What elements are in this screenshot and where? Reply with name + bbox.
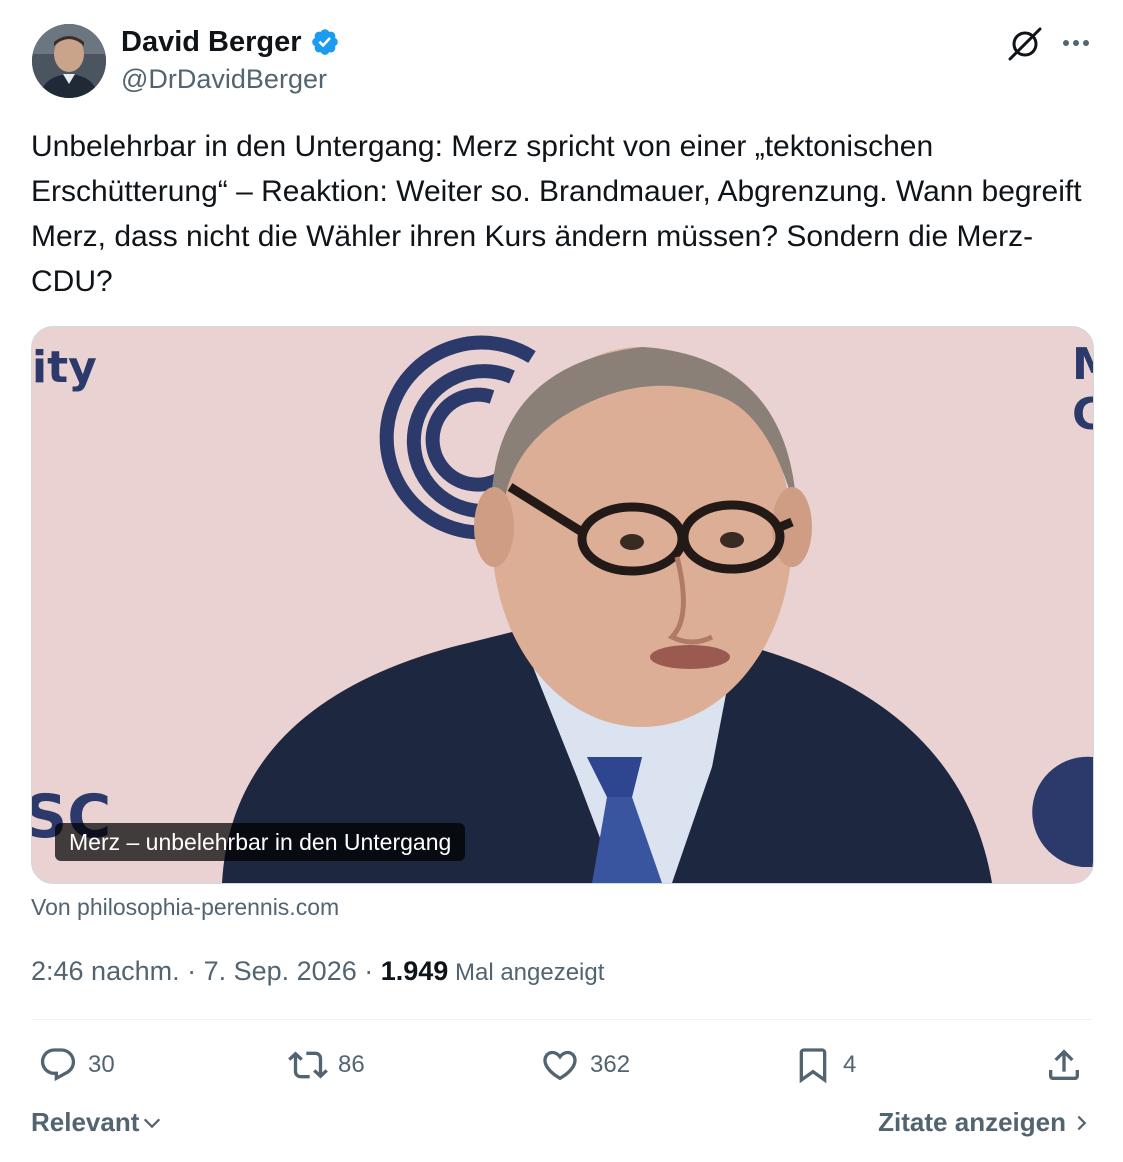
backdrop-text-right-1: M bbox=[1072, 339, 1093, 390]
sort-dropdown[interactable]: Relevant bbox=[31, 1107, 163, 1138]
author-handle[interactable]: @DrDavidBerger bbox=[121, 62, 327, 96]
meta-separator: · bbox=[356, 956, 381, 986]
meta-separator: · bbox=[179, 956, 204, 986]
media-card[interactable]: ity M C SC Merz – bbox=[31, 326, 1094, 884]
author-name-text[interactable]: David Berger bbox=[121, 24, 302, 60]
chevron-right-icon bbox=[1077, 1115, 1087, 1130]
repost-icon bbox=[288, 1051, 328, 1079]
tweet-text: Unbelehrbar in den Untergang: Merz spric… bbox=[31, 130, 1082, 298]
view-quotes-link[interactable]: Zitate anzeigen bbox=[878, 1107, 1090, 1138]
bookmark-count: 4 bbox=[843, 1051, 857, 1078]
reply-count: 30 bbox=[88, 1051, 115, 1078]
tweet-date[interactable]: 7. Sep. 2026 bbox=[204, 956, 357, 986]
repost-count: 86 bbox=[338, 1051, 365, 1078]
source-link[interactable]: Von philosophia-perennis.com bbox=[31, 892, 339, 922]
backdrop-text-left: ity bbox=[32, 342, 97, 393]
share-icon bbox=[1049, 1049, 1079, 1080]
media-image: ity M C SC bbox=[32, 327, 1093, 883]
grok-icon[interactable] bbox=[1005, 24, 1045, 64]
media-caption: Merz – unbelehrbar in den Untergang bbox=[55, 823, 466, 861]
sort-label: Relevant bbox=[31, 1107, 140, 1137]
like-count: 362 bbox=[590, 1051, 631, 1078]
like-button[interactable]: 362 bbox=[540, 1042, 630, 1088]
views-count: 1.949 bbox=[380, 956, 449, 986]
like-icon bbox=[543, 1050, 577, 1081]
share-button[interactable] bbox=[1044, 1042, 1084, 1088]
author-name[interactable]: David Berger bbox=[121, 24, 340, 60]
tweet-time[interactable]: 2:46 nachm. bbox=[31, 956, 180, 986]
backdrop-text-right-2: C bbox=[1072, 389, 1093, 440]
verified-badge-icon bbox=[311, 29, 338, 55]
repost-button[interactable]: 86 bbox=[288, 1042, 365, 1088]
reply-icon bbox=[40, 1048, 76, 1082]
quotes-label: Zitate anzeigen bbox=[878, 1107, 1066, 1137]
chevron-down-icon bbox=[144, 1118, 161, 1128]
author-avatar[interactable] bbox=[32, 24, 106, 98]
bookmark-button[interactable]: 4 bbox=[793, 1042, 856, 1088]
views-label: Mal angezeigt bbox=[448, 959, 605, 986]
tweet-meta: 2:46 nachm. · 7. Sep. 2026 · 1.949 Mal a… bbox=[31, 953, 604, 991]
more-icon[interactable] bbox=[1058, 28, 1094, 58]
divider bbox=[31, 1019, 1092, 1020]
bookmark-icon bbox=[799, 1048, 827, 1084]
reply-button[interactable]: 30 bbox=[38, 1042, 115, 1088]
